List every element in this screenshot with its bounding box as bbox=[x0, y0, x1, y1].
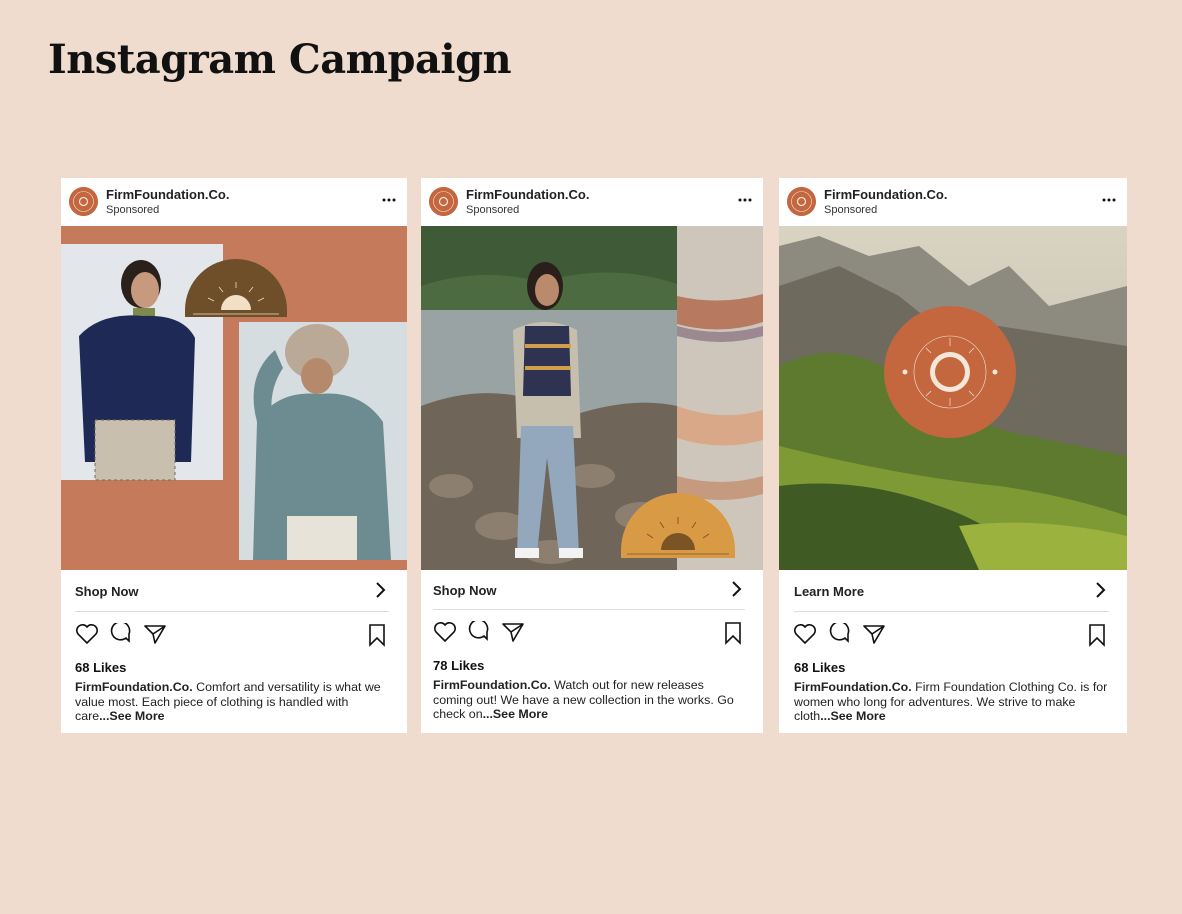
see-more-link[interactable]: ...See More bbox=[99, 709, 164, 723]
action-bar bbox=[421, 621, 763, 647]
post-header: FirmFoundation.Co. Sponsored bbox=[779, 178, 1127, 226]
shop-now-button[interactable]: Shop Now bbox=[61, 571, 407, 611]
avatar[interactable] bbox=[429, 187, 458, 216]
chevron-right-icon bbox=[1096, 582, 1106, 598]
caption: FirmFoundation.Co. Firm Foundation Cloth… bbox=[794, 680, 1111, 724]
comment-icon[interactable] bbox=[467, 621, 491, 643]
account-name[interactable]: FirmFoundation.Co. bbox=[466, 187, 589, 202]
instagram-post-1: FirmFoundation.Co. Sponsored Shop Now 68… bbox=[61, 178, 407, 733]
caption-account[interactable]: FirmFoundation.Co. bbox=[433, 678, 551, 692]
account-name[interactable]: FirmFoundation.Co. bbox=[106, 187, 229, 202]
more-icon[interactable] bbox=[737, 192, 753, 208]
comment-icon[interactable] bbox=[109, 623, 133, 645]
action-bar bbox=[779, 623, 1127, 649]
post-image bbox=[779, 226, 1127, 570]
heart-icon[interactable] bbox=[75, 623, 99, 645]
sponsored-label: Sponsored bbox=[824, 204, 878, 216]
chevron-right-icon bbox=[376, 582, 386, 598]
cta-label: Shop Now bbox=[75, 584, 139, 599]
cta-label: Shop Now bbox=[433, 583, 497, 598]
divider bbox=[433, 609, 745, 610]
heart-icon[interactable] bbox=[433, 621, 457, 643]
post-header: FirmFoundation.Co. Sponsored bbox=[61, 178, 407, 226]
heart-icon[interactable] bbox=[793, 623, 817, 645]
likes-count: 68 Likes bbox=[794, 660, 846, 675]
divider bbox=[794, 611, 1109, 612]
caption-account[interactable]: FirmFoundation.Co. bbox=[794, 680, 912, 694]
sponsored-label: Sponsored bbox=[466, 204, 520, 216]
page-title: Instagram Campaign bbox=[48, 36, 512, 83]
caption-account[interactable]: FirmFoundation.Co. bbox=[75, 680, 193, 694]
see-more-link[interactable]: ...See More bbox=[820, 709, 885, 723]
caption: FirmFoundation.Co. Comfort and versatili… bbox=[75, 680, 391, 724]
avatar[interactable] bbox=[787, 187, 816, 216]
share-icon[interactable] bbox=[862, 623, 886, 645]
instagram-post-3: FirmFoundation.Co. Sponsored Learn More … bbox=[779, 178, 1127, 733]
bookmark-icon[interactable] bbox=[1087, 623, 1107, 647]
post-image bbox=[61, 226, 407, 570]
share-icon[interactable] bbox=[501, 621, 525, 643]
divider bbox=[75, 611, 389, 612]
sponsored-label: Sponsored bbox=[106, 204, 160, 216]
bookmark-icon[interactable] bbox=[367, 623, 387, 647]
more-icon[interactable] bbox=[381, 192, 397, 208]
learn-more-button[interactable]: Learn More bbox=[779, 571, 1127, 611]
avatar[interactable] bbox=[69, 187, 98, 216]
account-name[interactable]: FirmFoundation.Co. bbox=[824, 187, 947, 202]
bookmark-icon[interactable] bbox=[723, 621, 743, 645]
post-image bbox=[421, 226, 763, 570]
comment-icon[interactable] bbox=[828, 623, 852, 645]
chevron-right-icon bbox=[732, 581, 742, 597]
action-bar bbox=[61, 623, 407, 649]
more-icon[interactable] bbox=[1101, 192, 1117, 208]
post-header: FirmFoundation.Co. Sponsored bbox=[421, 178, 763, 226]
caption: FirmFoundation.Co. Watch out for new rel… bbox=[433, 678, 747, 722]
see-more-link[interactable]: ...See More bbox=[483, 707, 548, 721]
instagram-post-2: FirmFoundation.Co. Sponsored Shop Now 78… bbox=[421, 178, 763, 733]
likes-count: 68 Likes bbox=[75, 660, 127, 675]
cta-label: Learn More bbox=[794, 584, 865, 599]
share-icon[interactable] bbox=[143, 623, 167, 645]
shop-now-button[interactable]: Shop Now bbox=[421, 570, 763, 610]
likes-count: 78 Likes bbox=[433, 658, 485, 673]
